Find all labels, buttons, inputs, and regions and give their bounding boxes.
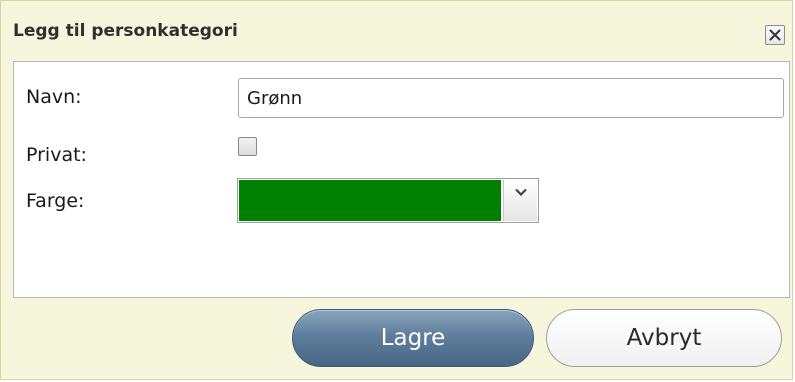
close-icon [769, 29, 781, 41]
private-label: Privat: [26, 144, 87, 166]
private-checkbox[interactable] [238, 137, 257, 156]
chevron-down-icon [514, 188, 527, 196]
close-button[interactable] [765, 25, 785, 45]
color-label: Farge: [26, 190, 85, 212]
name-input[interactable] [238, 78, 784, 118]
save-button[interactable]: Lagre [292, 309, 534, 367]
color-swatch [239, 180, 501, 221]
cancel-button[interactable]: Avbryt [546, 309, 782, 367]
color-select[interactable] [237, 178, 539, 223]
color-dropdown-button[interactable] [503, 180, 537, 221]
name-label: Navn: [26, 86, 82, 108]
add-person-category-dialog: Legg til personkategori Navn: Privat: Fa… [0, 0, 793, 380]
dialog-title: Legg til personkategori [13, 21, 238, 41]
form-panel: Navn: Privat: Farge: [13, 61, 790, 298]
dialog-titlebar: Legg til personkategori [1, 1, 792, 57]
